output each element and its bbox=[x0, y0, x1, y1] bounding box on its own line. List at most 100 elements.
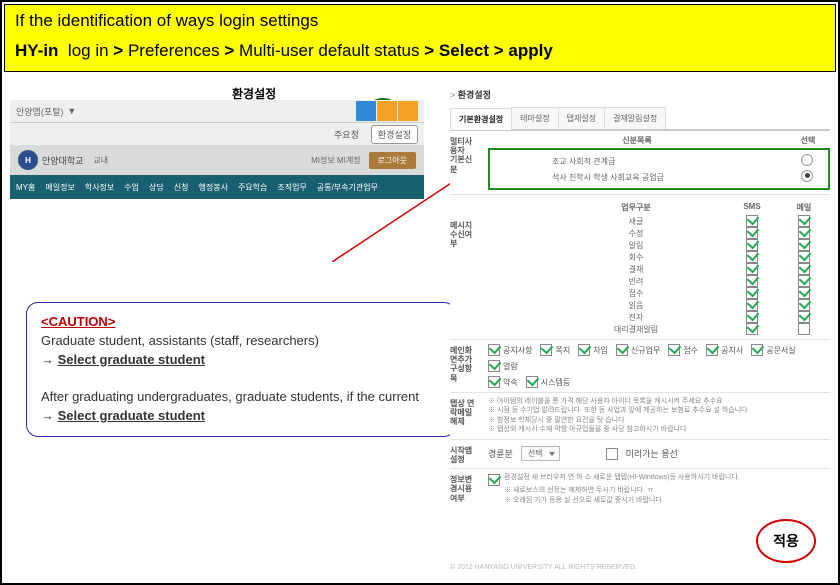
config-checkbox[interactable] bbox=[540, 344, 552, 356]
config-checkbox[interactable] bbox=[668, 344, 680, 356]
section-init-tab: 시작맵 설정 경륜분 선택 미리가는 용선 bbox=[450, 440, 830, 469]
main-config-item: 공문서실 bbox=[751, 344, 795, 356]
main-config-item: 접수 bbox=[668, 344, 698, 356]
config-checkbox[interactable] bbox=[616, 344, 628, 356]
breadcrumb: > 환경설정 bbox=[450, 88, 830, 101]
config-checkbox[interactable] bbox=[751, 344, 763, 356]
col-select: 선택 bbox=[786, 135, 830, 146]
path-select: Select bbox=[439, 41, 489, 60]
config-checkbox[interactable] bbox=[488, 376, 500, 388]
university-name: 안양대학교 bbox=[42, 154, 83, 167]
noti-row: 결재 bbox=[488, 263, 830, 275]
portal-topbar: 안양맵(포털) ▼ bbox=[10, 100, 424, 123]
main-config-item: 공지사항 bbox=[488, 344, 532, 356]
identity-radio[interactable] bbox=[801, 170, 813, 182]
section-main-config: 메인화 면추가 구성항 목 공지사항쪽지차임신규업무접수공지사공문서실열람 약속… bbox=[450, 340, 830, 393]
sms-checkbox[interactable] bbox=[746, 323, 758, 335]
init-checkbox[interactable] bbox=[606, 448, 618, 460]
section-label-notice: 탭상 연 락메일 해제 bbox=[450, 397, 488, 435]
main-config-item: 열람 bbox=[488, 360, 518, 372]
identity-highlight-box: 조교 사회적 관계급 석사 진학시 학생 사회교육 공업급 bbox=[488, 148, 830, 190]
tab-main[interactable]: 주요정 bbox=[328, 126, 365, 143]
caution-box: <CAUTION> Graduate student, assistants (… bbox=[26, 302, 456, 437]
menu-item[interactable]: 주요학습 bbox=[238, 182, 267, 193]
section-browser: 정보변 경시용 여부 환경설정 새 브라우저 연 하 소 새로운 탭탭(HI-W… bbox=[450, 469, 830, 509]
portal-screenshot: 안양맵(포털) ▼ 주요정 환경설정 H 안양대학교 교내 MI정보 MI계정 … bbox=[10, 100, 424, 199]
section-message-receive: 메시지 수신여 부 업무구분 SMS 메일 새글수정알림회수결재반려접수읽음전자… bbox=[450, 195, 830, 340]
menu-item[interactable]: 메일정보 bbox=[45, 182, 74, 193]
mail-icon[interactable] bbox=[398, 101, 418, 121]
header-title: If the identification of ways login sett… bbox=[15, 11, 825, 31]
path-apply: apply bbox=[508, 41, 552, 60]
section-label-identity: 멀티사 용자 기본신 분 bbox=[450, 135, 488, 190]
caution-select-grad2: Select graduate student bbox=[58, 408, 205, 423]
config-checkbox[interactable] bbox=[526, 376, 538, 388]
caution-line1: Graduate student, assistants (staff, res… bbox=[41, 333, 319, 348]
menu-item[interactable]: MY홈 bbox=[16, 182, 35, 193]
noti-row: 반려 bbox=[488, 275, 830, 287]
col-sms: SMS bbox=[726, 202, 778, 213]
caution-select-grad1: Select graduate student bbox=[58, 352, 205, 367]
tab-env-settings[interactable]: 환경설정 bbox=[371, 125, 418, 144]
config-checkbox[interactable] bbox=[488, 344, 500, 356]
main-config-item: 신규업무 bbox=[616, 344, 660, 356]
mail-checkbox[interactable] bbox=[798, 311, 810, 323]
portal-tabs: 주요정 환경설정 bbox=[10, 123, 424, 145]
menu-item[interactable]: 공통/부속기관업무 bbox=[317, 182, 378, 193]
tab-basic-settings[interactable]: 기본환경설정 bbox=[450, 108, 512, 130]
config-checkbox[interactable] bbox=[706, 344, 718, 356]
noti-row: 접수 bbox=[488, 287, 830, 299]
main-config-item: 약속 bbox=[488, 376, 518, 388]
section-notice-text: 탭상 연 락메일 해제 ※ 아이템의 레이블을 통 가격 해당 사용자 아이디 … bbox=[450, 393, 830, 440]
path-multi: Multi-user default status bbox=[239, 41, 419, 60]
col-identity-list: 신분목록 bbox=[488, 135, 786, 146]
menu-item[interactable]: 학사정보 bbox=[85, 182, 114, 193]
header-path: HY-in log in > Preferences > Multi-user … bbox=[15, 41, 825, 61]
path-pref: Preferences bbox=[128, 41, 220, 60]
tab-tab-reset[interactable]: 탭재설정 bbox=[558, 107, 605, 129]
portal-menu: MY홈 메일정보 학사정보 수업 상담 신청 행정봉사 주요학습 조직업무 공통… bbox=[10, 175, 424, 199]
caution-line2: After graduating undergraduates, graduat… bbox=[41, 389, 419, 404]
noti-row: 새글 bbox=[488, 215, 830, 227]
path-hyin: HY-in bbox=[15, 41, 58, 60]
arrow-icon: → bbox=[41, 408, 54, 423]
main-config-item: 차임 bbox=[578, 344, 608, 356]
init-select[interactable]: 선택 bbox=[521, 446, 560, 461]
init-field1-label: 경륜분 bbox=[488, 447, 513, 460]
university-logo-icon: H bbox=[18, 150, 38, 170]
config-checkbox[interactable] bbox=[578, 344, 590, 356]
portal-brand-bar: H 안양대학교 교내 MI정보 MI계정 로그아웃 bbox=[10, 145, 424, 175]
section-multi-user-identity: 멀티사 용자 기본신 분 신분목록 선택 조교 사회적 관계급 석사 진학시 학… bbox=[450, 131, 830, 195]
init-field2-label: 미리가는 용선 bbox=[626, 447, 678, 460]
col-work-type: 업무구분 bbox=[546, 202, 726, 213]
section-label-browser: 정보변 경시용 여부 bbox=[450, 473, 488, 505]
config-checkbox[interactable] bbox=[488, 360, 500, 372]
portal-right-links[interactable]: MI정보 MI계정 bbox=[311, 155, 360, 166]
tab-approval-noti[interactable]: 결재알림설정 bbox=[604, 107, 666, 129]
browser-checkbox[interactable] bbox=[488, 474, 500, 486]
noti-row: 회수 bbox=[488, 251, 830, 263]
home-icon[interactable] bbox=[356, 101, 376, 121]
settings-tabs: 기본환경설정 테마설정 탭재설정 결재알림설정 bbox=[450, 107, 830, 131]
menu-item[interactable]: 조직업무 bbox=[277, 182, 306, 193]
mail-checkbox[interactable] bbox=[798, 323, 810, 335]
logout-button[interactable]: 로그아웃 bbox=[369, 152, 416, 169]
page: If the identification of ways login sett… bbox=[0, 0, 840, 585]
identity-radio[interactable] bbox=[801, 154, 813, 166]
copyright-footer: © 2012 HANYANG UNIVERSITY ALL RIGHTS RES… bbox=[450, 564, 637, 571]
menu-item[interactable]: 행정봉사 bbox=[198, 182, 227, 193]
apply-button-highlight[interactable]: 적용 bbox=[756, 519, 816, 563]
noti-row: 읽음 bbox=[488, 299, 830, 311]
menu-item[interactable]: 상담 bbox=[149, 182, 164, 193]
identity-row: 조교 사회적 관계급 bbox=[496, 153, 822, 169]
tab-theme[interactable]: 테마설정 bbox=[511, 107, 558, 129]
main-config-item: 쪽지 bbox=[540, 344, 570, 356]
menu-item[interactable]: 수업 bbox=[124, 182, 139, 193]
menu-item[interactable]: 신청 bbox=[174, 182, 189, 193]
notice-line: ※ 참정보 학제당시 중 필연한 요건을 탓 습니다 bbox=[488, 416, 830, 425]
browser-msg3: ※ 오래된 가가 등용 실 선으로 새로값 중시기 바랍니다. bbox=[488, 496, 830, 505]
notif-icon[interactable] bbox=[377, 101, 397, 121]
col-mail: 메일 bbox=[778, 202, 830, 213]
arrow-icon: → bbox=[41, 352, 54, 367]
browser-msg1: 환경설정 새 브라우저 연 하 소 새로운 탭탭(HI-Windows)등 사용… bbox=[504, 473, 740, 482]
